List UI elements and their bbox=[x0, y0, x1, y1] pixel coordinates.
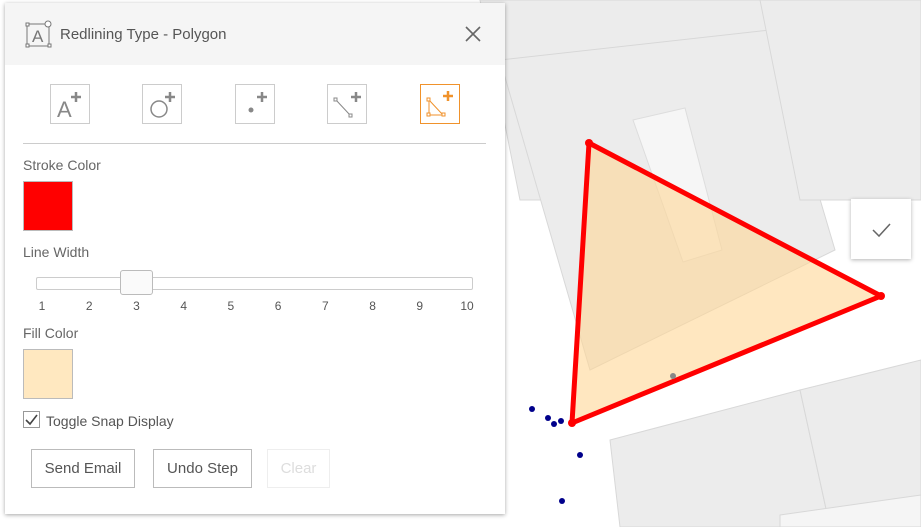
clear-button: Clear bbox=[267, 449, 330, 488]
vertex-handle[interactable] bbox=[585, 139, 593, 147]
snap-point bbox=[558, 418, 564, 424]
snap-point bbox=[577, 452, 583, 458]
add-text-icon: A bbox=[57, 92, 81, 122]
slider-tick-label: 8 bbox=[369, 299, 376, 313]
tool-line-button[interactable] bbox=[327, 84, 367, 124]
divider bbox=[23, 143, 486, 144]
line-width-slider-track[interactable] bbox=[36, 277, 473, 290]
add-point-icon bbox=[248, 92, 267, 113]
close-icon[interactable] bbox=[463, 24, 483, 44]
vertex-handle[interactable] bbox=[568, 419, 576, 427]
add-line-icon bbox=[333, 92, 361, 118]
redlining-icon: A bbox=[25, 20, 52, 48]
snap-point bbox=[545, 415, 551, 421]
redlining-panel: A Redlining Type - Polygon A Stroke Colo… bbox=[5, 3, 505, 514]
slider-tick-label: 7 bbox=[321, 299, 329, 313]
add-polygon-icon bbox=[426, 91, 453, 117]
snap-point bbox=[551, 421, 557, 427]
fill-color-label: Fill Color bbox=[23, 325, 79, 341]
stroke-color-swatch[interactable] bbox=[23, 181, 73, 231]
fill-color-swatch[interactable] bbox=[23, 349, 73, 399]
line-width-slider-thumb[interactable] bbox=[120, 270, 154, 295]
slider-tick-label: 6 bbox=[274, 299, 282, 313]
slider-tick-label: 9 bbox=[416, 299, 424, 313]
checkmark-icon bbox=[25, 414, 38, 426]
snap-display-checkbox[interactable] bbox=[23, 411, 40, 428]
tool-text-button[interactable]: A bbox=[50, 84, 90, 124]
slider-tick-label: 5 bbox=[227, 299, 235, 313]
slider-tick-label: 10 bbox=[460, 299, 474, 313]
confirm-button[interactable] bbox=[851, 199, 911, 259]
undo-step-button[interactable]: Undo Step bbox=[153, 449, 252, 488]
slider-tick-label: 3 bbox=[133, 299, 140, 313]
panel-title: Redlining Type - Polygon bbox=[60, 26, 227, 43]
svg-text:A: A bbox=[57, 97, 72, 122]
midpoint-handle[interactable] bbox=[670, 373, 676, 379]
slider-tick-label: 1 bbox=[38, 299, 46, 313]
send-email-button[interactable]: Send Email bbox=[31, 449, 135, 488]
tool-point-button[interactable] bbox=[235, 84, 275, 124]
line-width-label: Line Width bbox=[23, 244, 90, 260]
snap-point bbox=[559, 498, 565, 504]
tool-circle-button[interactable] bbox=[142, 84, 182, 124]
map-building bbox=[609, 389, 831, 527]
checkmark-icon bbox=[872, 223, 891, 238]
slider-tick-label: 2 bbox=[85, 299, 93, 313]
snap-display-label: Toggle Snap Display bbox=[46, 413, 174, 429]
stroke-color-label: Stroke Color bbox=[23, 157, 101, 173]
snap-point bbox=[529, 406, 535, 412]
panel-header: A Redlining Type - Polygon bbox=[5, 3, 505, 65]
add-circle-icon bbox=[150, 92, 175, 118]
tool-polygon-button[interactable] bbox=[420, 84, 460, 124]
slider-tick-label: 4 bbox=[180, 299, 187, 313]
vertex-handle[interactable] bbox=[877, 292, 885, 300]
svg-text:A: A bbox=[32, 27, 44, 46]
